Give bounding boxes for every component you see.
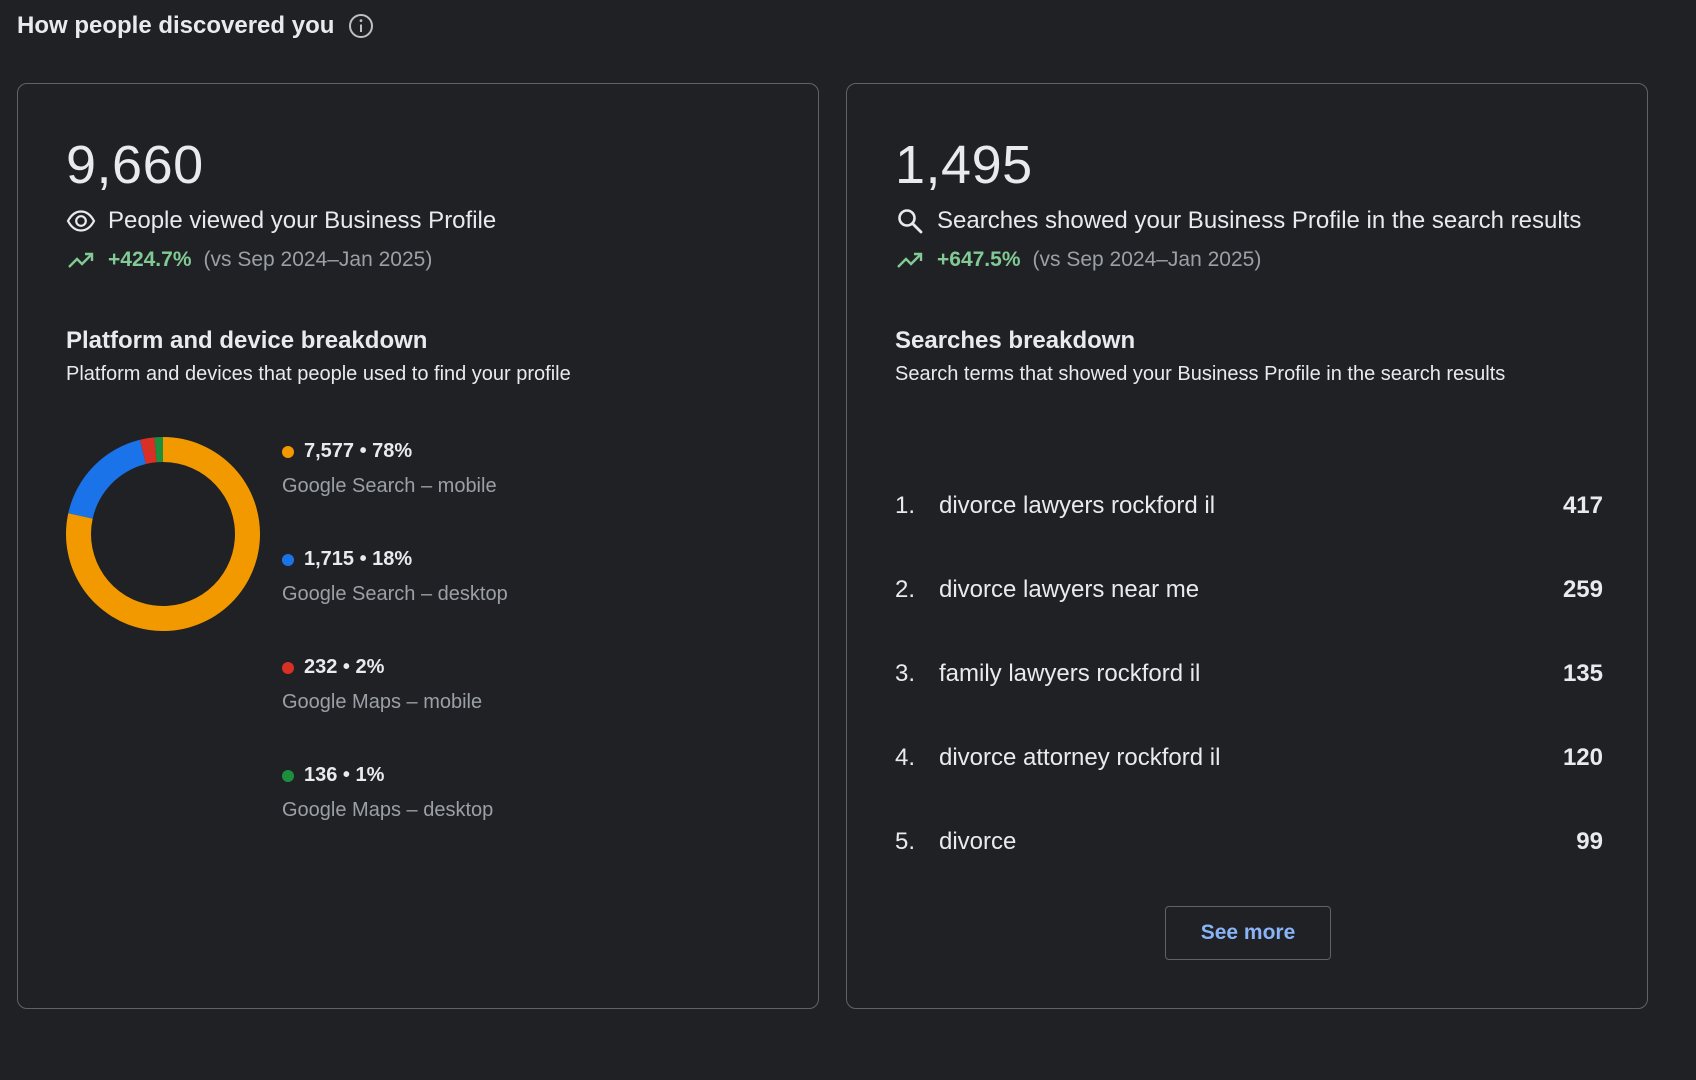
legend-label: Google Maps – mobile — [282, 691, 483, 713]
searches-trend-compare: (vs Sep 2024–Jan 2025) — [1032, 248, 1262, 271]
platform-breakdown-subtitle: Platform and devices that people used to… — [66, 363, 571, 385]
search-term: divorce attorney rockford il — [939, 744, 1221, 771]
search-term-row: 4. divorce attorney rockford il 120 — [895, 716, 1603, 800]
searches-metric: Searches showed your Business Profile in… — [895, 206, 1581, 236]
views-metric-label: People viewed your Business Profile — [108, 207, 497, 234]
legend-value: 7,577 • 78% — [304, 440, 413, 462]
search-count: 417 — [1562, 492, 1603, 519]
search-terms-list: 1. divorce lawyers rockford il 417 2. di… — [895, 464, 1603, 884]
platform-breakdown-title: Platform and device breakdown — [66, 327, 428, 354]
platform-donut-chart[interactable] — [66, 437, 260, 631]
views-trend-compare: (vs Sep 2024–Jan 2025) — [203, 248, 433, 271]
trending-up-icon — [895, 248, 925, 272]
info-icon[interactable] — [348, 13, 374, 39]
search-icon — [895, 206, 925, 236]
search-term: divorce — [939, 828, 1017, 855]
legend-dot — [282, 769, 294, 782]
searches-trend-value: +647.5% — [937, 248, 1021, 271]
legend-value: 232 • 2% — [304, 656, 385, 678]
searches-breakdown-subtitle: Search terms that showed your Business P… — [895, 363, 1506, 385]
legend-label: Google Search – desktop — [282, 583, 508, 605]
legend-dot — [282, 553, 294, 566]
legend-item: 232 • 2% Google Maps – mobile — [282, 656, 508, 764]
legend-label: Google Maps – desktop — [282, 799, 494, 821]
searches-card: 1,495 Searches showed your Business Prof… — [846, 83, 1648, 1009]
searches-trend: +647.5% (vs Sep 2024–Jan 2025) — [895, 248, 1261, 272]
views-total: 9,660 — [66, 135, 204, 195]
donut-slice-google-search-desktop[interactable] — [68, 439, 146, 519]
legend-item: 1,715 • 18% Google Search – desktop — [282, 548, 508, 656]
platform-legend: 7,577 • 78% Google Search – mobile 1,715… — [282, 440, 508, 872]
legend-dot — [282, 661, 294, 674]
search-count: 120 — [1562, 744, 1603, 771]
views-metric: People viewed your Business Profile — [66, 206, 496, 236]
searches-breakdown-title: Searches breakdown — [895, 327, 1136, 354]
search-rank: 3. — [895, 660, 916, 687]
search-rank: 4. — [895, 744, 916, 771]
search-term: family lawyers rockford il — [939, 660, 1201, 687]
views-trend-value: +424.7% — [108, 248, 192, 271]
legend-label: Google Search – mobile — [282, 475, 497, 497]
search-term-row: 5. divorce 99 — [895, 800, 1603, 884]
search-rank: 2. — [895, 576, 916, 603]
see-more-button[interactable]: See more — [1165, 906, 1331, 960]
search-count: 259 — [1562, 576, 1603, 603]
legend-item: 7,577 • 78% Google Search – mobile — [282, 440, 508, 548]
section-header: How people discovered you — [17, 12, 374, 40]
search-term: divorce lawyers rockford il — [939, 492, 1216, 519]
legend-value: 1,715 • 18% — [304, 548, 413, 570]
search-rank: 5. — [895, 828, 916, 855]
legend-value: 136 • 1% — [304, 764, 385, 786]
legend-item: 136 • 1% Google Maps – desktop — [282, 764, 508, 872]
searches-total: 1,495 — [895, 135, 1033, 195]
section-title: How people discovered you — [17, 12, 335, 39]
searches-metric-label: Searches showed your Business Profile in… — [937, 207, 1582, 234]
search-term-row: 2. divorce lawyers near me 259 — [895, 548, 1603, 632]
views-card: 9,660 People viewed your Business Profil… — [17, 83, 819, 1009]
search-count: 99 — [1576, 828, 1603, 855]
search-count: 135 — [1562, 660, 1603, 687]
legend-dot — [282, 445, 294, 458]
search-term-row: 1. divorce lawyers rockford il 417 — [895, 464, 1603, 548]
search-term-row: 3. family lawyers rockford il 135 — [895, 632, 1603, 716]
views-trend: +424.7% (vs Sep 2024–Jan 2025) — [66, 248, 432, 272]
trending-up-icon — [66, 248, 96, 272]
eye-icon — [66, 206, 96, 236]
search-term: divorce lawyers near me — [939, 576, 1200, 603]
search-rank: 1. — [895, 492, 916, 519]
